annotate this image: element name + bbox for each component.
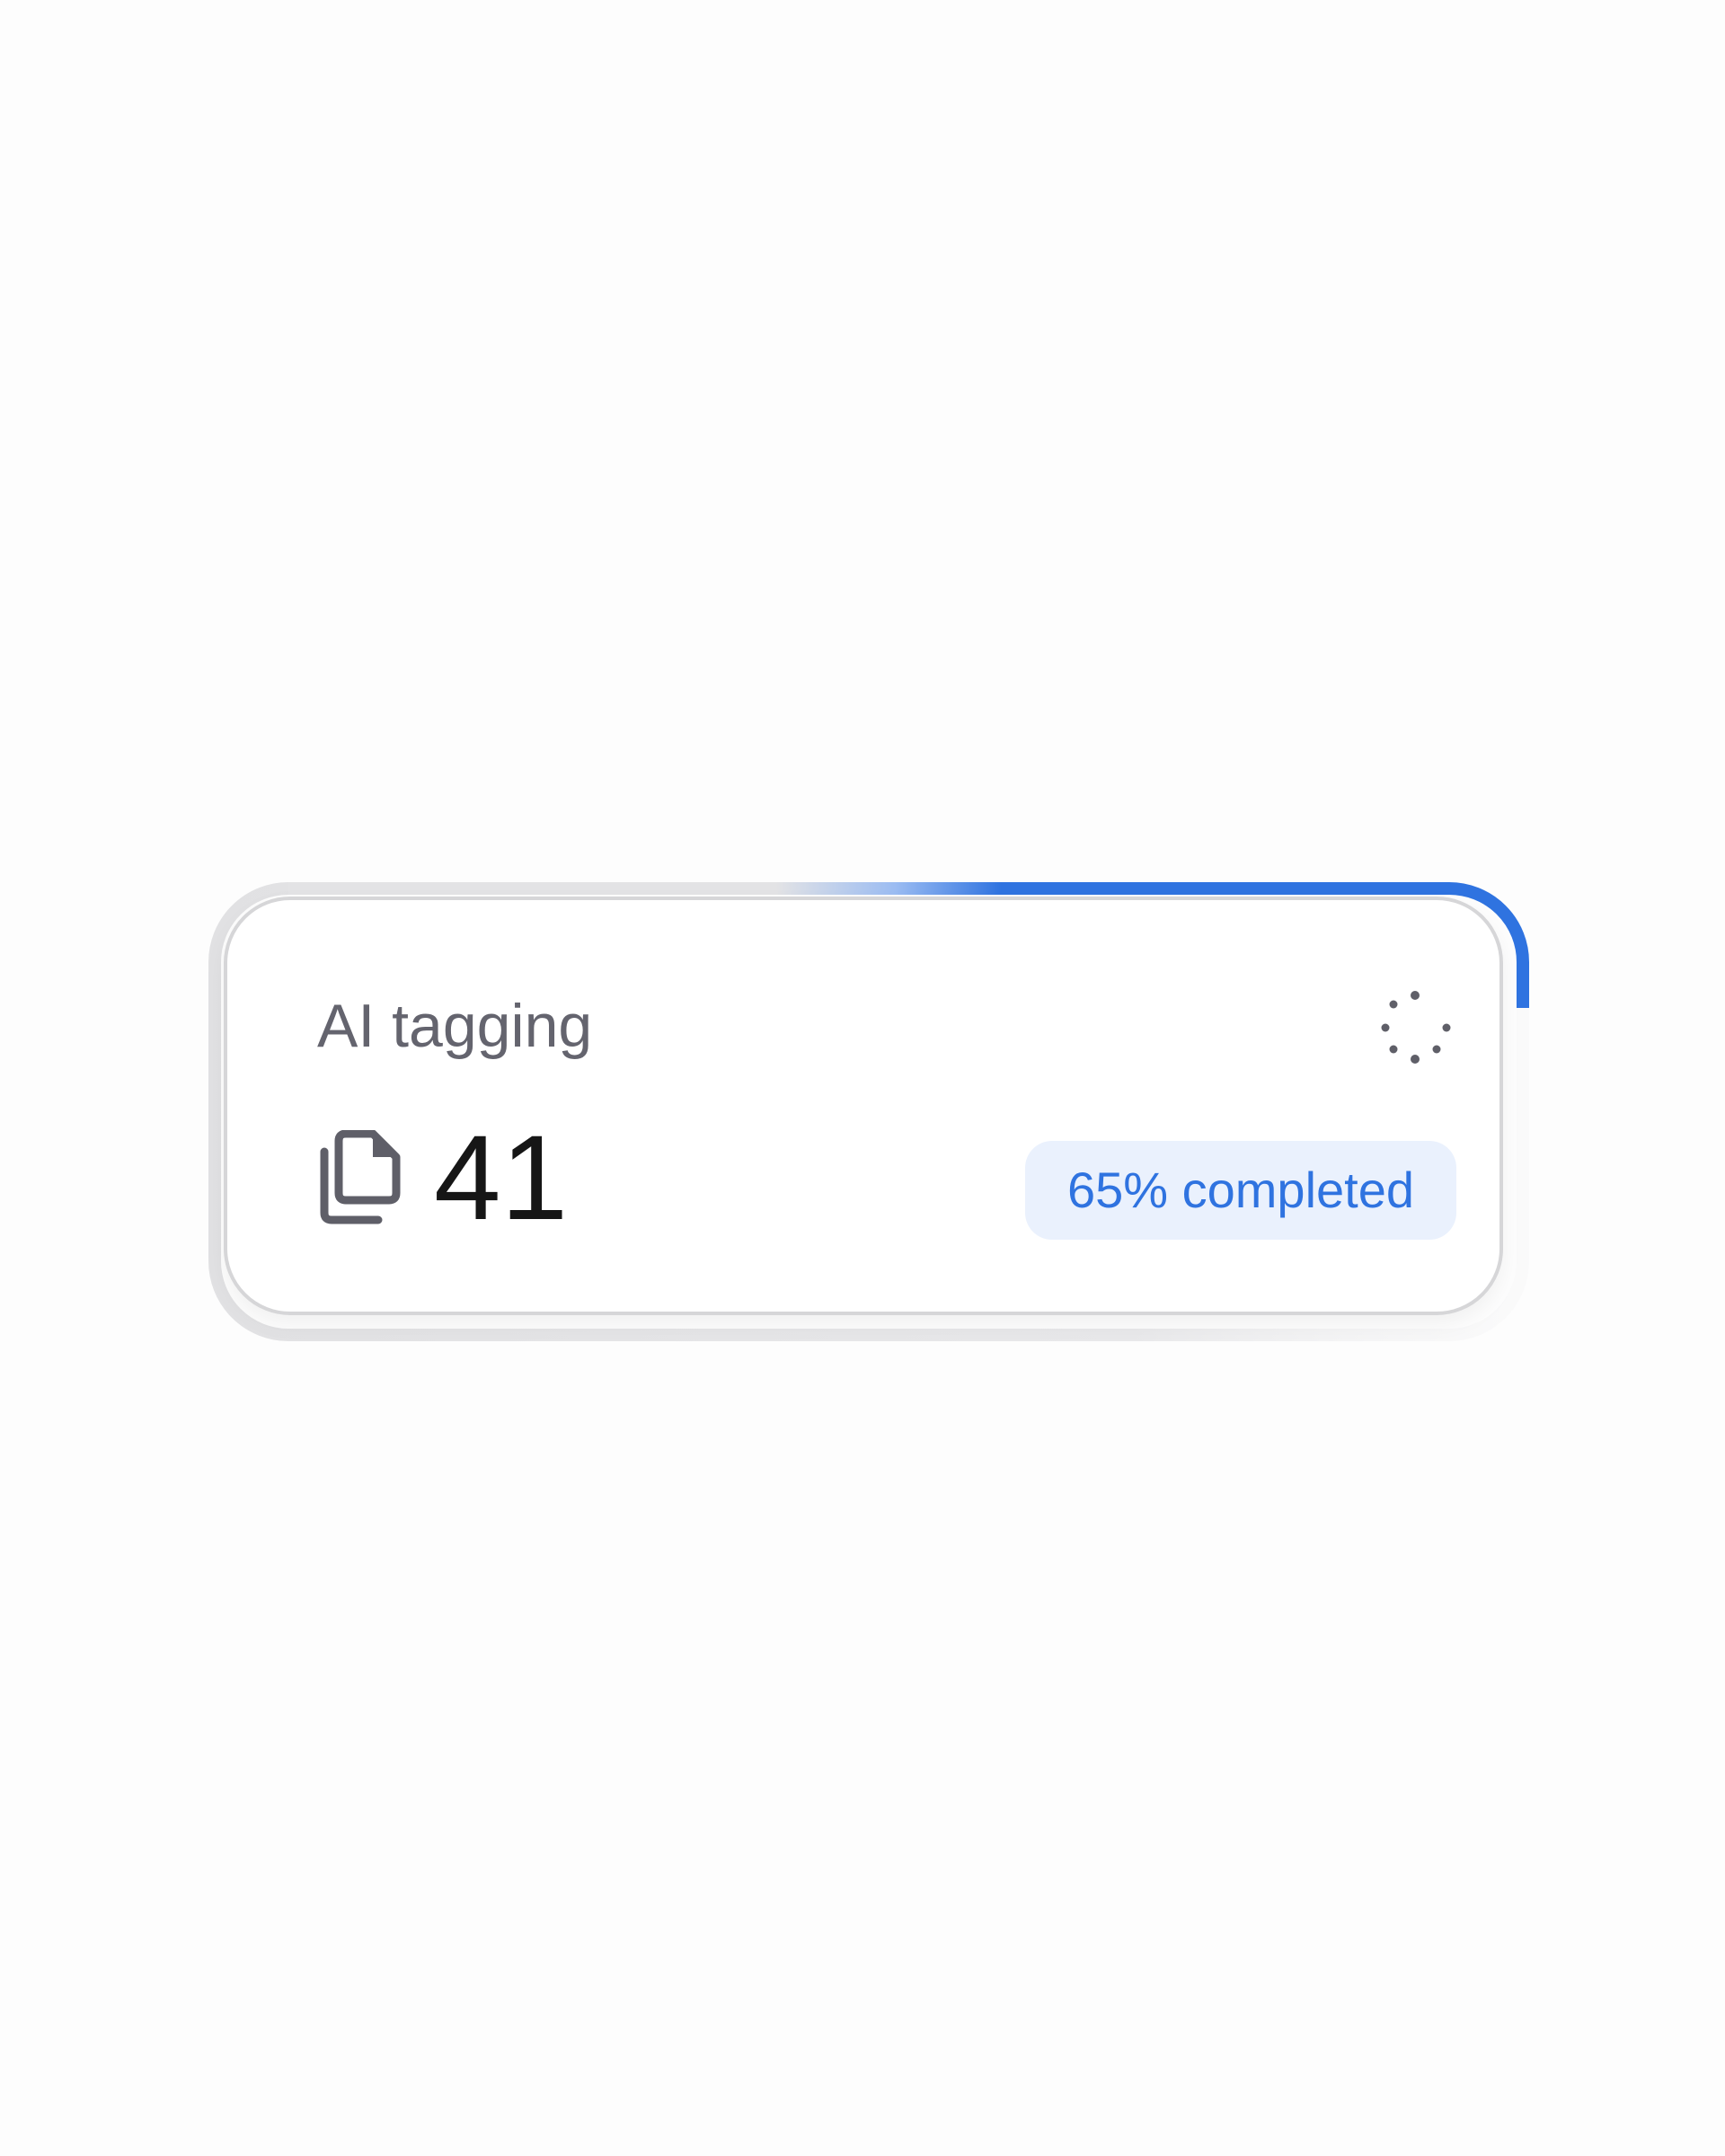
loading-spinner-icon <box>1381 991 1451 1064</box>
status-badge: 65% completed <box>1025 1141 1456 1240</box>
status-badge-label: 65% completed <box>1066 1162 1414 1218</box>
tagged-count: 41 <box>434 1111 569 1245</box>
card-body: AI tagging 41 65% completed <box>224 897 1503 1315</box>
ai-tagging-card: AI tagging 41 65% completed <box>208 882 1530 1342</box>
card-title: AI tagging <box>317 992 593 1060</box>
documents-copy-icon <box>320 1130 401 1224</box>
